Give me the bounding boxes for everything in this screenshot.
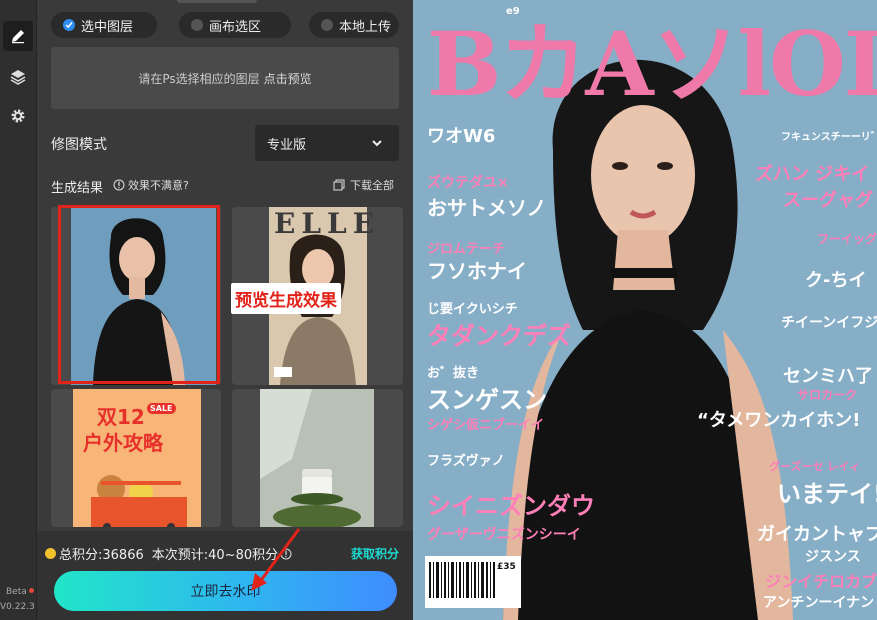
- cover-side-line: チイーンイフジ: [781, 315, 877, 331]
- cover-headline: タダンクデズ: [427, 322, 571, 350]
- info-icon: [113, 179, 125, 191]
- beta-label: Beta: [6, 587, 27, 597]
- selected-result-highlight: [58, 205, 220, 384]
- source-option-label: 本地上传: [339, 19, 392, 35]
- annotation-arrow-icon: [251, 528, 301, 591]
- cover-side-line: ズハン ジキイ: [755, 164, 870, 185]
- cover-side-line: スーグャグ: [783, 190, 873, 211]
- cover-headline: シイニズンダウ: [427, 492, 595, 520]
- cover-headline: ズウテダユ×: [427, 175, 509, 191]
- cover-side-line: ジンイチロカブ: [765, 572, 877, 591]
- remove-watermark-button[interactable]: 立即去水印: [54, 571, 397, 611]
- cover-headline: ワオW6: [427, 126, 496, 147]
- cover-side-line: グーズーセ レイィ: [769, 460, 861, 473]
- radio-checked-icon: [63, 19, 75, 31]
- panel-handle: [177, 0, 257, 3]
- mode-label: 修图模式: [51, 137, 107, 153]
- layer-preview-area: 请在Ps选择相应的图层 点击预览: [51, 47, 399, 109]
- plugin-panel: 选中图层 画布选区 本地上传 请在Ps选择相应的图层 点击预览 修图模式 专业版…: [37, 0, 413, 620]
- cover-side-line: “タメワンカイホン!: [697, 410, 861, 431]
- cover-side-line: フーイッグ: [817, 232, 877, 246]
- promo-line-2: 户外攻略: [83, 431, 163, 455]
- mode-select[interactable]: 专业版: [255, 125, 399, 161]
- source-option-layer[interactable]: 选中图层: [51, 12, 157, 38]
- promo-line-1: 双12: [97, 405, 145, 429]
- cover-price: £35: [497, 562, 516, 572]
- source-option-label: 画布选区: [209, 19, 262, 35]
- cover-side-line: ク-ちイ: [805, 270, 867, 291]
- cover-side-line: フキュンスチーーリ゛ギ: [781, 132, 877, 143]
- coin-icon: [45, 548, 56, 559]
- edit-tool-button[interactable]: [3, 21, 33, 51]
- cover-masthead: BカAソlOL: [427, 12, 877, 116]
- cover-preview: BカAソlOL e9 £35 ワオW6 ズウテダユ× おサトメソノ ジロムテーチ…: [413, 0, 877, 620]
- layers-tool-button[interactable]: [3, 62, 33, 92]
- cover-side-line: ジスンス: [805, 549, 861, 565]
- cover-side-line: ガイカントャブ: [757, 524, 877, 545]
- download-all-button[interactable]: 下载全部: [333, 177, 394, 193]
- cover-side-line: アンチンーイナン: [763, 595, 875, 611]
- cover-side-line: いまテイ!: [777, 480, 877, 508]
- get-points-link[interactable]: 获取积分: [351, 545, 399, 562]
- mode-value: 专业版: [267, 137, 307, 153]
- preview-callout: 预览生成效果: [231, 283, 341, 314]
- copy-icon: [333, 179, 345, 191]
- source-option-label: 选中图层: [81, 19, 134, 35]
- chevron-down-icon: [372, 140, 382, 147]
- source-option-upload[interactable]: 本地上传: [309, 12, 399, 38]
- layers-icon: [10, 70, 26, 85]
- cover-headline: じ要イクいシチ: [427, 302, 518, 317]
- version-label: V0.22.3: [0, 602, 35, 612]
- product-image: [260, 389, 374, 527]
- gear-icon: [11, 109, 25, 123]
- preview-link[interactable]: 点击预览: [264, 70, 312, 87]
- cover-headline: フソホナイ: [427, 259, 527, 283]
- unsatisfied-text: 效果不满意?: [128, 179, 189, 192]
- source-option-canvas[interactable]: 画布选区: [179, 12, 291, 38]
- total-points: 总积分:36866: [59, 548, 144, 563]
- result-thumbnail-3[interactable]: 双12 SALE 户外攻略: [51, 389, 221, 527]
- preview-hint: 请在Ps选择相应的图层: [138, 71, 260, 86]
- radio-unchecked-icon: [321, 19, 333, 31]
- results-title: 生成结果: [51, 181, 104, 196]
- notification-dot: [29, 588, 34, 593]
- cover-issue: e9: [506, 6, 520, 17]
- unsatisfied-link[interactable]: 效果不满意?: [113, 177, 189, 193]
- tool-rail: Beta V0.22.3: [0, 0, 37, 620]
- cover-headline: おサトメソノ: [427, 196, 547, 220]
- magazine-title: ELLE: [274, 207, 381, 240]
- cover-side-line: サロカーク: [797, 388, 858, 402]
- promo-badge: SALE: [147, 403, 176, 414]
- download-all-label: 下载全部: [350, 179, 394, 192]
- settings-tool-button[interactable]: [3, 101, 33, 131]
- cover-headline: フラズヴァノ: [427, 454, 505, 469]
- cover-headline: シゲシ仮ニブーイイ: [427, 418, 545, 433]
- cover-headline: お゛抜き: [427, 366, 480, 381]
- radio-unchecked-icon: [191, 19, 203, 31]
- pencil-icon: [12, 30, 24, 44]
- cover-headline: グーザーヴニズンシーイ: [427, 527, 581, 543]
- result-thumbnail-4[interactable]: [232, 389, 403, 527]
- cover-headline: スンゲスン: [427, 386, 547, 414]
- cover-side-line: センミハ了: [783, 366, 873, 387]
